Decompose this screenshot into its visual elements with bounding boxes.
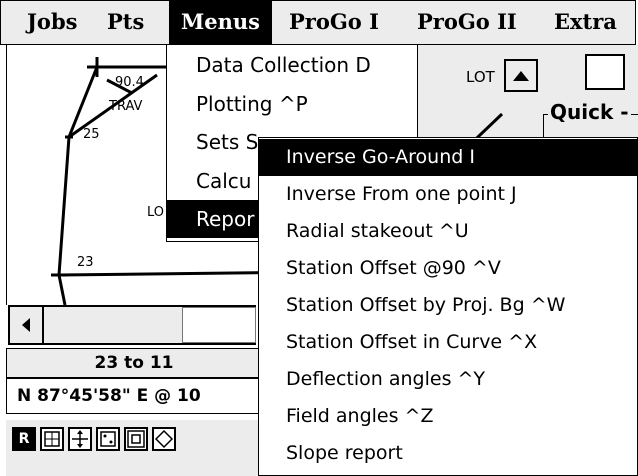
zoom-window-button[interactable] bbox=[124, 427, 148, 451]
submenu-item-deflection-angles[interactable]: Deflection angles ^Y bbox=[259, 361, 637, 398]
zoom-extents-icon bbox=[100, 431, 116, 447]
menu-item-plotting[interactable]: Plotting ^P bbox=[167, 85, 417, 123]
menu-progo-1[interactable]: ProGo I bbox=[277, 1, 391, 44]
move-icon bbox=[72, 430, 88, 448]
menu-pts[interactable]: Pts bbox=[95, 1, 156, 44]
grid-button[interactable] bbox=[40, 427, 64, 451]
map-label-point: 23 bbox=[77, 255, 94, 270]
menu-menus[interactable]: Menus bbox=[169, 1, 272, 44]
menu-item-data-collection[interactable]: Data Collection D bbox=[167, 46, 417, 84]
quick-group-label: Quick - bbox=[548, 100, 631, 124]
pan-button[interactable] bbox=[68, 427, 92, 451]
menu-progo-2[interactable]: ProGo II bbox=[405, 1, 529, 44]
menu-bar: Jobs Pts Menus ProGo I ProGo II Extra bbox=[0, 0, 636, 45]
submenu-item-station-offset-proj[interactable]: Station Offset by Proj. Bg ^W bbox=[259, 287, 637, 324]
arrow-left-icon bbox=[22, 318, 30, 332]
range-display: 23 to 11 bbox=[6, 348, 262, 378]
menu-jobs[interactable]: Jobs bbox=[15, 1, 89, 44]
diamond-icon bbox=[154, 429, 174, 449]
map-label-trav: TRAV bbox=[109, 99, 143, 114]
submenu-item-slope-report[interactable]: Slope report bbox=[259, 435, 637, 472]
traverse-line bbox=[57, 274, 67, 305]
grid-icon bbox=[44, 431, 60, 447]
submenu-item-station-offset-curve[interactable]: Station Offset in Curve ^X bbox=[259, 324, 637, 361]
traverse-line bbox=[57, 136, 71, 276]
bearing-display: N 87°45'58" E @ 10 bbox=[6, 378, 262, 414]
redraw-button[interactable]: R bbox=[12, 427, 36, 451]
menu-extra[interactable]: Extra bbox=[542, 1, 629, 44]
submenu-item-field-angles[interactable]: Field angles ^Z bbox=[259, 398, 637, 435]
map-label-point: 25 bbox=[83, 127, 100, 142]
zoom-window-icon bbox=[127, 430, 145, 448]
submenu-item-inverse-go-around[interactable]: Inverse Go-Around I bbox=[259, 139, 637, 176]
shape-button[interactable] bbox=[152, 427, 176, 451]
reports-submenu: Inverse Go-Around I Inverse From one poi… bbox=[258, 137, 638, 476]
status-box[interactable] bbox=[585, 54, 625, 90]
submenu-item-radial-stakeout[interactable]: Radial stakeout ^U bbox=[259, 213, 637, 250]
scrollbar-thumb[interactable] bbox=[182, 307, 256, 343]
scroll-up-button[interactable] bbox=[504, 59, 538, 92]
submenu-item-inverse-from-point[interactable]: Inverse From one point J bbox=[259, 176, 637, 213]
scroll-left-button[interactable] bbox=[8, 305, 44, 345]
map-label-lot: LOT bbox=[466, 68, 495, 86]
submenu-item-station-offset-90[interactable]: Station Offset @90 ^V bbox=[259, 250, 637, 287]
arrow-up-icon bbox=[513, 71, 529, 81]
zoom-extents-button[interactable] bbox=[96, 427, 120, 451]
map-label-point: 90.4 bbox=[115, 75, 144, 90]
map-label-lo: LO bbox=[147, 205, 165, 220]
